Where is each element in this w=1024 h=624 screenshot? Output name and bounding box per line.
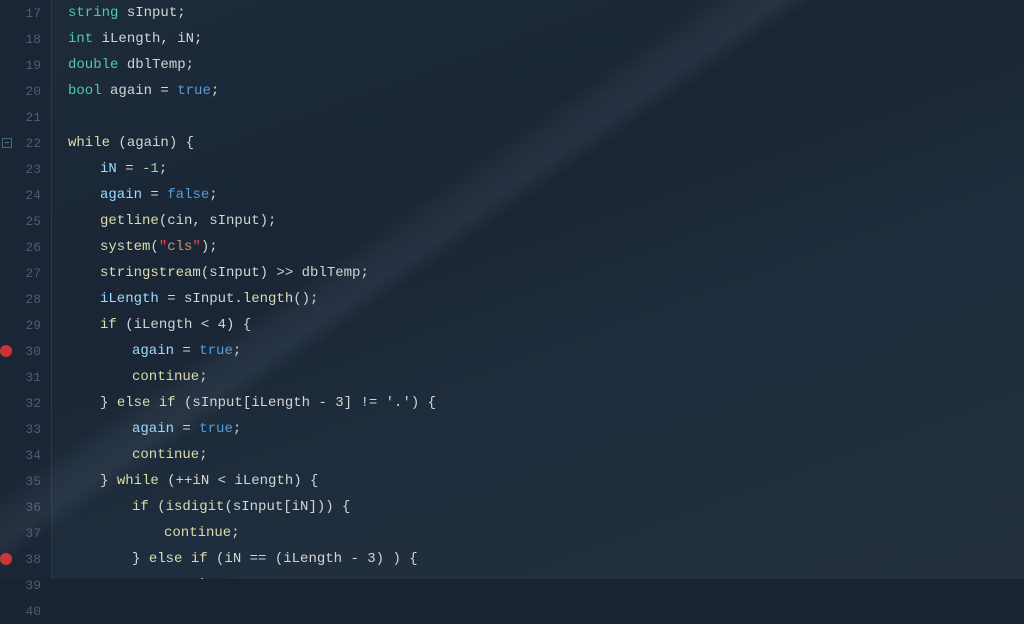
code-line-38: } else if (iN == (iLength - 3) ) { xyxy=(68,546,1024,572)
code-area: string sInput;int iLength, iN;double dbl… xyxy=(52,0,1024,579)
code-line-17: string sInput; xyxy=(68,0,1024,26)
code-line-21 xyxy=(68,104,1024,130)
code-line-32: } else if (sInput[iLength - 3] != '.') { xyxy=(68,390,1024,416)
code-line-24: again = false; xyxy=(68,182,1024,208)
line-number-22: −22 xyxy=(0,130,51,156)
collapse-icon-22[interactable]: − xyxy=(2,138,12,148)
line-number-34: 34 xyxy=(0,442,51,468)
code-line-27: stringstream(sInput) >> dblTemp; xyxy=(68,260,1024,286)
code-line-31: continue; xyxy=(68,364,1024,390)
line-number-37: 37 xyxy=(0,520,51,546)
line-number-21: 21 xyxy=(0,104,51,130)
line-number-27: 27 xyxy=(0,260,51,286)
code-line-18: int iLength, iN; xyxy=(68,26,1024,52)
line-number-28: 28 xyxy=(0,286,51,312)
code-line-36: if (isdigit(sInput[iN])) { xyxy=(68,494,1024,520)
line-number-33: 33 xyxy=(0,416,51,442)
code-line-19: double dblTemp; xyxy=(68,52,1024,78)
code-line-22: while (again) { xyxy=(68,130,1024,156)
line-number-19: 19 xyxy=(0,52,51,78)
line-number-26: 26 xyxy=(0,234,51,260)
code-line-28: iLength = sInput.length(); xyxy=(68,286,1024,312)
line-number-36: 36 xyxy=(0,494,51,520)
code-line-23: iN = -1; xyxy=(68,156,1024,182)
breakpoint2-38[interactable] xyxy=(0,553,12,565)
code-line-34: continue; xyxy=(68,442,1024,468)
code-line-20: bool again = true; xyxy=(68,78,1024,104)
line-number-20: 20 xyxy=(0,78,51,104)
editor-container: 1718192021−22232425262728293031323334353… xyxy=(0,0,1024,579)
line-number-40: 40 xyxy=(0,598,51,624)
code-line-39: continue; xyxy=(68,572,1024,579)
code-line-26: system("cls"); xyxy=(68,234,1024,260)
breakpoint-30[interactable] xyxy=(0,345,12,357)
code-line-37: continue; xyxy=(68,520,1024,546)
line-number-39: 39 xyxy=(0,572,51,598)
code-line-33: again = true; xyxy=(68,416,1024,442)
line-number-38: 38 xyxy=(0,546,51,572)
line-number-24: 24 xyxy=(0,182,51,208)
code-line-35: } while (++iN < iLength) { xyxy=(68,468,1024,494)
line-number-31: 31 xyxy=(0,364,51,390)
line-number-25: 25 xyxy=(0,208,51,234)
line-number-23: 23 xyxy=(0,156,51,182)
code-line-30: again = true; xyxy=(68,338,1024,364)
line-number-17: 17 xyxy=(0,0,51,26)
line-number-30: 30 xyxy=(0,338,51,364)
line-number-32: 32 xyxy=(0,390,51,416)
line-number-35: 35 xyxy=(0,468,51,494)
code-line-25: getline(cin, sInput); xyxy=(68,208,1024,234)
line-number-gutter: 1718192021−22232425262728293031323334353… xyxy=(0,0,52,579)
line-number-29: 29 xyxy=(0,312,51,338)
line-number-18: 18 xyxy=(0,26,51,52)
code-line-29: if (iLength < 4) { xyxy=(68,312,1024,338)
